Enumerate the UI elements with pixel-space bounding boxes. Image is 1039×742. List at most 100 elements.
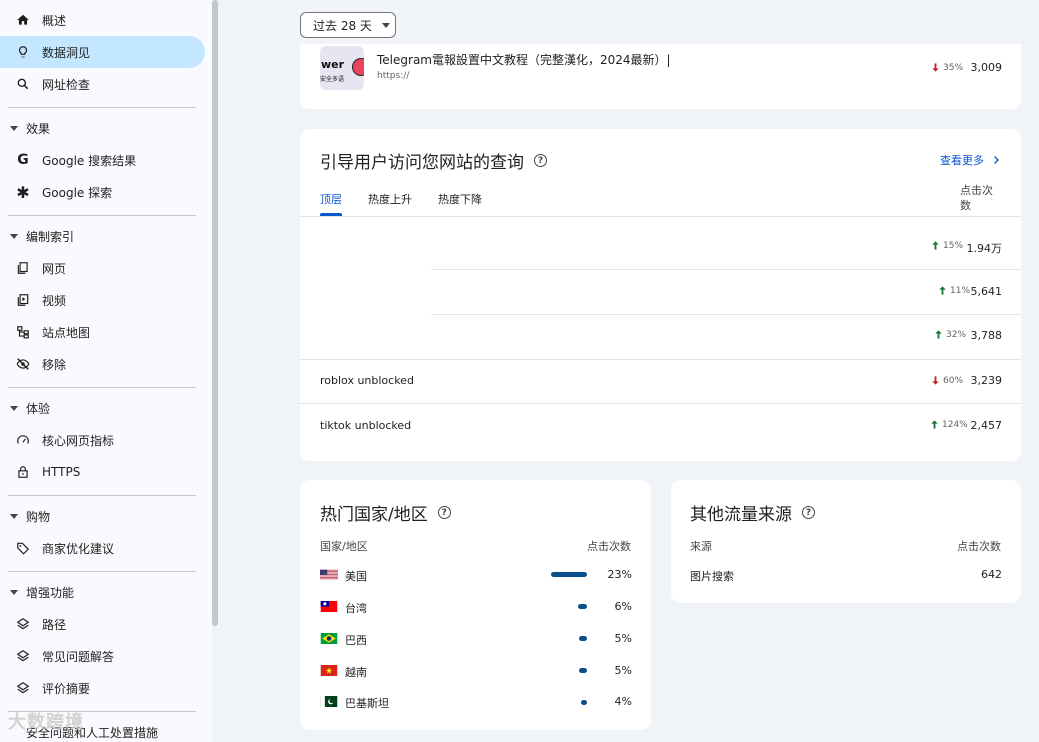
divider: [431, 269, 1021, 270]
sidebar-item-label: 站点地图: [42, 325, 91, 340]
caret-down-icon: [10, 125, 18, 131]
sidebar-scrollbar[interactable]: [212, 0, 218, 626]
sidebar-item-faq[interactable]: 常见问题解答: [0, 640, 205, 672]
arrow-up-icon: [932, 241, 939, 250]
country-pct: 5%: [614, 664, 632, 677]
section-experience[interactable]: 体验: [0, 394, 50, 422]
watermark-logo: 大数跨境: [8, 712, 84, 733]
divider: [300, 359, 1021, 360]
sidebar-item-review-snippets[interactable]: 评价摘要: [0, 672, 205, 704]
sidebar-item-search-results[interactable]: G Google 搜索结果: [0, 144, 205, 176]
arrow-down-icon: [932, 376, 939, 385]
divider: [8, 107, 196, 108]
sidebar-item-label: 商家优化建议: [42, 541, 115, 556]
sidebar-item-label: 移除: [42, 357, 67, 372]
country-name: 越南: [345, 666, 367, 679]
query-text[interactable]: roblox unblocked: [320, 374, 414, 387]
caret-down-icon: [10, 405, 18, 411]
queries-title: 引导用户访问您网站的查询?: [320, 148, 547, 173]
lightbulb-icon: [16, 45, 30, 59]
tag-icon: [16, 541, 30, 555]
col-clicks-header: 点击次数: [957, 540, 1001, 553]
country-pct: 23%: [607, 568, 632, 581]
sidebar-item-url-inspection[interactable]: 网址检查: [0, 68, 205, 100]
section-enhancements[interactable]: 增强功能: [0, 578, 74, 606]
country-pct: 5%: [614, 632, 632, 645]
see-more-link[interactable]: 查看更多: [940, 152, 1002, 168]
source-name: 图片搜索: [690, 570, 734, 583]
country-name: 巴基斯坦: [345, 697, 389, 710]
sidebar-item-insights[interactable]: 数据洞见: [0, 36, 205, 68]
eye-off-icon: [16, 357, 30, 371]
sidebar-item-removals[interactable]: 移除: [0, 348, 205, 380]
help-icon[interactable]: ?: [802, 506, 815, 519]
other-sources-title: 其他流量来源?: [690, 500, 815, 525]
gauge-icon: [16, 433, 30, 447]
country-share-bar: [551, 572, 587, 577]
section-shopping[interactable]: 购物: [0, 502, 50, 530]
divider: [8, 387, 196, 388]
sidebar-item-sitemaps[interactable]: 站点地图: [0, 316, 205, 348]
sidebar-item-merchant[interactable]: 商家优化建议: [0, 532, 205, 564]
sidebar-item-https[interactable]: HTTPS: [0, 456, 205, 488]
query-clicks: 1.94万: [966, 242, 1003, 255]
country-name: 美国: [345, 570, 367, 583]
caret-down-icon: [10, 589, 18, 595]
section-indexing[interactable]: 编制索引: [0, 222, 74, 250]
query-clicks: 3,788: [970, 329, 1003, 342]
tab-falling[interactable]: 热度下降: [438, 191, 482, 207]
country-name: 台湾: [345, 602, 367, 615]
sidebar-item-pages[interactable]: 网页: [0, 252, 205, 284]
video-icon: [16, 293, 30, 307]
help-icon[interactable]: ?: [534, 154, 547, 167]
flag-br-icon: [320, 633, 338, 644]
divider: [300, 403, 1021, 404]
page-thumbnail[interactable]: wer 安全多语: [320, 46, 364, 90]
trend-indicator: 35%: [930, 62, 963, 73]
page-title[interactable]: Telegram電報設置中文教程（完整漢化，2024最新）|: [377, 51, 671, 68]
tab-top[interactable]: 顶层: [320, 191, 342, 207]
country-share-bar: [578, 604, 587, 609]
help-icon[interactable]: ?: [437, 506, 451, 519]
query-clicks: 3,239: [970, 374, 1003, 387]
arrow-up-icon: [939, 286, 946, 295]
layers-icon: [16, 649, 30, 663]
divider: [8, 571, 196, 572]
search-icon: [16, 77, 30, 91]
country-share-bar: [579, 668, 587, 673]
sidebar-item-breadcrumbs[interactable]: 路径: [0, 608, 205, 640]
page-url[interactable]: https://: [377, 71, 409, 81]
sidebar-item-label: 数据洞见: [42, 45, 91, 60]
sidebar-item-discover[interactable]: ✱ Google 探索: [0, 176, 205, 208]
countries-title: 热门国家/地区?: [320, 500, 451, 525]
chevron-right-icon: [994, 156, 999, 164]
col-source-header: 来源: [690, 540, 712, 553]
query-text[interactable]: tiktok unblocked: [320, 419, 411, 432]
trend-indicator: 15%: [930, 240, 963, 251]
layers-icon: [16, 617, 30, 631]
country-name: 巴西: [345, 634, 367, 647]
sidebar-item-label: 评价摘要: [42, 681, 91, 696]
flag-pk-icon: [320, 696, 338, 707]
other-sources-card: 其他流量来源? 来源 点击次数 图片搜索 642: [671, 480, 1021, 603]
page-clicks: 3,009: [970, 61, 1003, 74]
country-pct: 4%: [614, 695, 632, 708]
flag-us-icon: [320, 569, 338, 580]
sidebar-item-label: 网址检查: [42, 77, 91, 92]
tab-rising[interactable]: 热度上升: [368, 191, 412, 207]
sidebar: 概述 数据洞见 网址检查 效果 G Google 搜索结果 ✱ Google 探…: [0, 0, 212, 742]
divider: [431, 314, 1021, 315]
section-performance[interactable]: 效果: [0, 114, 50, 142]
country-pct: 6%: [614, 600, 632, 613]
query-clicks: 5,641: [970, 285, 1003, 298]
divider: [8, 495, 196, 496]
date-range-dropdown[interactable]: 过去 28 天: [300, 12, 396, 38]
sidebar-item-videos[interactable]: 视频: [0, 284, 205, 316]
sidebar-item-label: 网页: [42, 261, 67, 276]
col-clicks-header: 点击次数: [960, 184, 993, 212]
sidebar-item-overview[interactable]: 概述: [0, 4, 205, 36]
sidebar-item-core-web-vitals[interactable]: 核心网页指标: [0, 424, 205, 456]
flag-vn-icon: [320, 665, 338, 676]
countries-card: 热门国家/地区? 国家/地区 点击次数 美国 23% 台湾 6% 巴西 5% 越…: [300, 480, 651, 730]
query-clicks: 2,457: [970, 419, 1003, 432]
